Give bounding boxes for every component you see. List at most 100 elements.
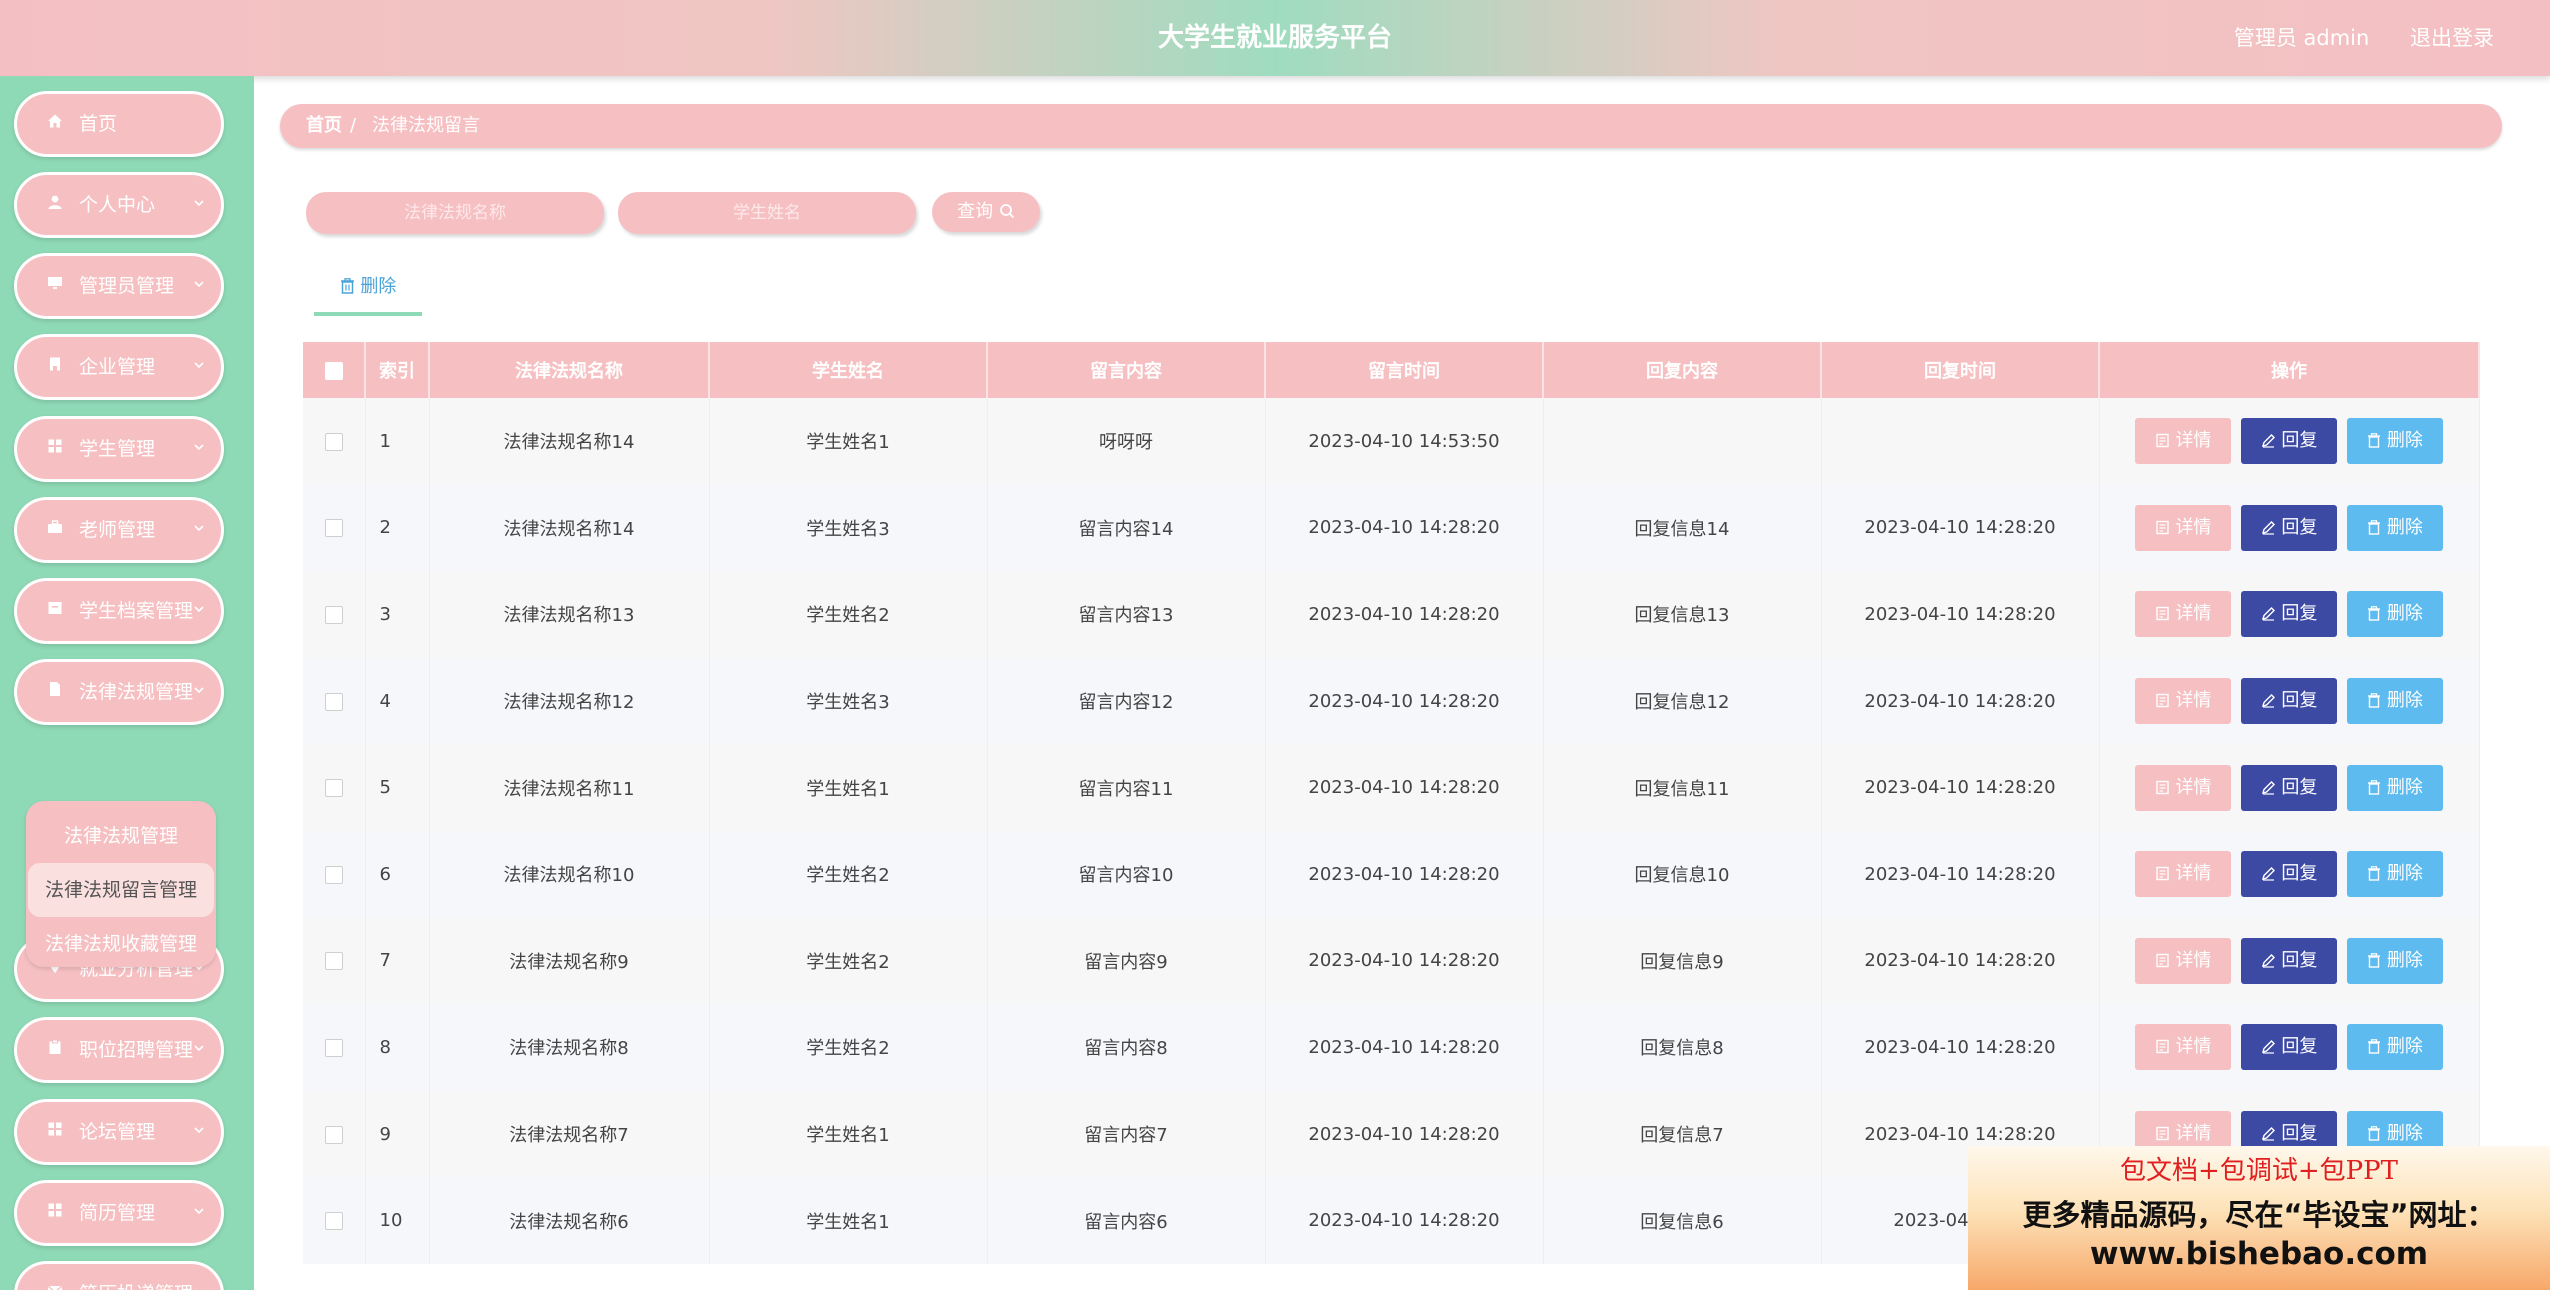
edit-icon [2261,430,2276,451]
submenu-item-law-message-management[interactable]: 法律法规留言管理 [28,863,214,917]
detail-button[interactable]: 详情 [2135,591,2231,638]
sidebar-item-personal-center[interactable]: 个人中心 [14,172,224,238]
row-checkbox-cell[interactable] [303,744,366,831]
detail-button[interactable]: 详情 [2135,937,2231,984]
delete-button[interactable]: 删除 [2347,678,2443,725]
logout-link[interactable]: 退出登录 [2410,26,2494,50]
row-checkbox[interactable] [324,519,343,538]
row-checkbox-cell[interactable] [303,484,366,572]
row-checkbox[interactable] [324,865,343,884]
sidebar-item-job-recruitment-management[interactable]: 职位招聘管理 [14,1017,224,1083]
breadcrumb-home[interactable]: 首页 [306,104,342,148]
sidebar-item-resume-management[interactable]: 简历管理 [14,1180,224,1246]
detail-button[interactable]: 详情 [2135,764,2231,811]
reply-button[interactable]: 回复 [2241,504,2337,551]
delete-button[interactable]: 删除 [2347,418,2443,465]
detail-button[interactable]: 详情 [2135,678,2231,725]
row-checkbox[interactable] [324,952,343,971]
reply-button-label: 回复 [2281,949,2318,971]
sidebar-item-company-management[interactable]: 企业管理 [14,334,224,400]
row-checkbox[interactable] [324,1038,343,1057]
delete-button[interactable]: 删除 [2347,591,2443,638]
row-checkbox[interactable] [324,692,343,711]
detail-button-label: 详情 [2175,430,2212,452]
reply-button[interactable]: 回复 [2241,418,2337,465]
sidebar-item-law-management[interactable]: 法律法规管理 [14,659,224,725]
cell-message-content: 留言内容9 [987,917,1266,1005]
row-checkbox[interactable] [324,432,343,451]
row-checkbox-cell[interactable] [303,917,366,1005]
cell-student-name: 学生姓名1 [709,398,988,485]
query-button[interactable]: 查询 [932,192,1040,232]
cell-law-name: 法律法规名称14 [429,484,710,572]
row-checkbox-cell[interactable] [303,1004,366,1091]
delete-button[interactable]: 删除 [2347,764,2443,811]
promo-banner[interactable]: 包文档+包调试+包PPT 更多精品源码，尽在“毕设宝”网址： www.bishe… [1968,1146,2550,1290]
sidebar-item-teacher-management[interactable]: 老师管理 [14,497,224,563]
reply-button[interactable]: 回复 [2241,937,2337,984]
select-all-checkbox-cell[interactable] [303,342,366,398]
detail-button[interactable]: 详情 [2135,851,2231,898]
select-all-checkbox[interactable] [324,361,343,380]
reply-button[interactable]: 回复 [2241,851,2337,898]
cell-index: 3 [365,571,430,658]
delete-button[interactable]: 删除 [2347,1024,2443,1071]
row-checkbox[interactable] [324,1125,343,1144]
row-checkbox-cell[interactable] [303,1177,366,1264]
detail-button[interactable]: 详情 [2135,1024,2231,1071]
row-checkbox-cell[interactable] [303,1090,366,1178]
sidebar-item-home[interactable]: 首页 [14,91,224,157]
bulk-delete-button[interactable]: 删除 [314,270,422,316]
table-header-row: 索引 法律法规名称 学生姓名 留言内容 留言时间 回复内容 回复时间 操作 [303,342,2480,398]
table-row: 4 法律法规名称12 学生姓名3 留言内容12 2023-04-10 14:28:20 回… [303,657,2480,745]
promo-line-2: 更多精品源码，尽在“毕设宝”网址： [2022,1198,2496,1232]
delete-button-label: 删除 [2386,1036,2423,1058]
law-name-search-input[interactable] [306,192,604,234]
detail-button-label: 详情 [2175,949,2212,971]
sidebar-item-student-archive-management[interactable]: 学生档案管理 [14,578,224,644]
delete-button[interactable]: 删除 [2347,504,2443,551]
row-checkbox-cell[interactable] [303,571,366,658]
sidebar-item-resume-delivery-management[interactable]: 简历投递管理 [14,1261,224,1290]
trash-icon [2367,603,2381,624]
cell-law-name: 法律法规名称12 [429,657,710,745]
row-checkbox[interactable] [324,779,343,798]
cell-actions: 详情 回复 删除 [2099,744,2480,831]
row-checkbox-cell[interactable] [303,398,366,485]
sidebar-item-admin-management[interactable]: 管理员管理 [14,253,224,319]
sidebar-item-forum-management[interactable]: 论坛管理 [14,1099,224,1165]
sidebar-item-student-management[interactable]: 学生管理 [14,416,224,482]
delete-button[interactable]: 删除 [2347,851,2443,898]
delete-button[interactable]: 删除 [2347,937,2443,984]
admin-user-label[interactable]: 管理员 admin [2234,26,2369,50]
promo-url[interactable]: www.bishebao.com [1968,1236,2550,1272]
cell-index: 4 [365,657,430,745]
submenu-item-law-management[interactable]: 法律法规管理 [26,809,216,863]
cell-law-name: 法律法规名称13 [429,571,710,658]
reply-button-label: 回复 [2281,690,2318,712]
table-row: 6 法律法规名称10 学生姓名2 留言内容10 2023-04-10 14:28:20 回… [303,830,2480,918]
cell-actions: 详情 回复 删除 [2099,1004,2480,1091]
reply-button-label: 回复 [2281,516,2318,538]
header-actions: 管理员 admin 退出登录 [2200,0,2494,76]
row-checkbox[interactable] [324,605,343,624]
sidebar-item-label: 企业管理 [79,356,156,378]
user-icon [47,175,63,235]
reply-button[interactable]: 回复 [2241,678,2337,725]
detail-button[interactable]: 详情 [2135,504,2231,551]
reply-button[interactable]: 回复 [2241,764,2337,811]
cell-reply-time: 2023-04-10 14:28:20 [1821,917,2100,1005]
bulk-delete-label: 删除 [360,276,397,297]
row-checkbox-cell[interactable] [303,657,366,745]
delete-button-label: 删除 [2386,430,2423,452]
submenu-item-law-favorite-management[interactable]: 法律法规收藏管理 [26,917,216,971]
detail-button[interactable]: 详情 [2135,418,2231,465]
reply-button[interactable]: 回复 [2241,591,2337,638]
student-name-search-input[interactable] [618,192,916,234]
reply-button[interactable]: 回复 [2241,1024,2337,1071]
promo-line-1: 包文档+包调试+包PPT [2120,1156,2398,1186]
row-checkbox-cell[interactable] [303,830,366,918]
chevron-down-icon [193,256,205,316]
table-row: 1 法律法规名称14 学生姓名1 呀呀呀 2023-04-10 14:53:50 详情 … [303,398,2480,485]
row-checkbox[interactable] [324,1212,343,1231]
